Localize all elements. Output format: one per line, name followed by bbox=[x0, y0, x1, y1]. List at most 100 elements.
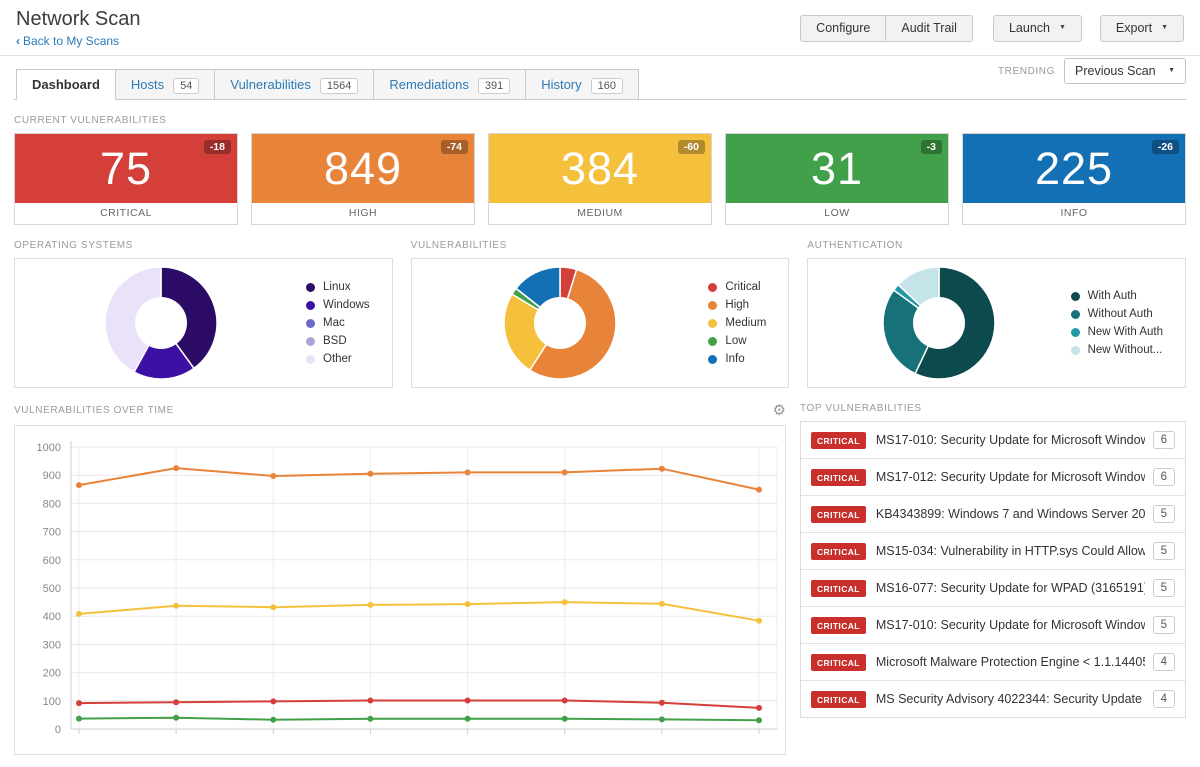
severity-label: LOW bbox=[726, 203, 948, 224]
vulnerability-count-badge: 6 bbox=[1153, 431, 1175, 449]
severity-card-medium[interactable]: -60 384 MEDIUM bbox=[488, 133, 712, 225]
vulnerability-row[interactable]: CRITICAL MS Security Advisory 4022344: S… bbox=[801, 681, 1185, 717]
vulnerability-row[interactable]: CRITICAL KB4343899: Windows 7 and Window… bbox=[801, 496, 1185, 533]
legend-item: BSD bbox=[306, 332, 370, 350]
severity-label: CRITICAL bbox=[15, 203, 237, 224]
audit-trail-button[interactable]: Audit Trail bbox=[886, 15, 973, 42]
launch-button[interactable]: Launch▼ bbox=[993, 15, 1082, 42]
tab-bar: Dashboard Hosts54 Vulnerabilities1564 Re… bbox=[14, 68, 1186, 100]
vulnerabilities-panel: Critical High Medium Low Info bbox=[411, 258, 790, 388]
legend-item: New With Auth bbox=[1071, 323, 1163, 341]
legend-dot-icon bbox=[306, 337, 315, 346]
severity-card-info[interactable]: -26 225 INFO bbox=[962, 133, 1186, 225]
vulnerability-count-badge: 6 bbox=[1153, 468, 1175, 486]
page-header: Network Scan ‹Back to My Scans Configure… bbox=[0, 0, 1200, 55]
tab-vulnerabilities[interactable]: Vulnerabilities1564 bbox=[214, 69, 374, 100]
tab-label: History bbox=[541, 77, 581, 92]
vulnerabilities-donut-section: VULNERABILITIES Critical High Medium Low… bbox=[411, 225, 790, 388]
operating-systems-section: OPERATING SYSTEMS Linux Windows Mac BSD … bbox=[14, 225, 393, 388]
severity-card-low[interactable]: -3 31 LOW bbox=[725, 133, 949, 225]
top-vulnerabilities-section: TOP VULNERABILITIES CRITICAL MS17-010: S… bbox=[800, 388, 1186, 718]
severity-badge: CRITICAL bbox=[811, 691, 866, 708]
section-current-vulnerabilities: CURRENT VULNERABILITIES bbox=[14, 115, 1186, 126]
svg-text:100: 100 bbox=[43, 696, 61, 708]
legend-item: Windows bbox=[306, 296, 370, 314]
severity-label: HIGH bbox=[252, 203, 474, 224]
svg-text:0: 0 bbox=[55, 724, 61, 736]
vulnerability-row[interactable]: CRITICAL MS17-012: Security Update for M… bbox=[801, 459, 1185, 496]
back-chevron-icon: ‹ bbox=[16, 34, 20, 48]
svg-text:800: 800 bbox=[43, 498, 61, 510]
trending-select[interactable]: Previous Scan▼ bbox=[1064, 58, 1186, 84]
section-top-vulnerabilities: TOP VULNERABILITIES bbox=[800, 403, 1186, 414]
delta-badge: -26 bbox=[1152, 140, 1179, 154]
gear-icon[interactable]: ⚙ bbox=[773, 403, 786, 418]
severity-badge: CRITICAL bbox=[811, 506, 866, 523]
severity-badge: CRITICAL bbox=[811, 654, 866, 671]
legend-label: High bbox=[725, 299, 749, 311]
delta-badge: -60 bbox=[678, 140, 705, 154]
severity-label: MEDIUM bbox=[489, 203, 711, 224]
authentication-panel: With Auth Without Auth New With Auth New… bbox=[807, 258, 1186, 388]
legend-label: Linux bbox=[323, 281, 351, 293]
vulnerability-name: MS Security Advisory 4022344: Security U… bbox=[876, 692, 1145, 706]
export-button-label: Export bbox=[1116, 21, 1152, 35]
vulnerabilities-over-time-section: VULNERABILITIES OVER TIME ⚙ 010020030040… bbox=[14, 388, 786, 755]
back-link[interactable]: ‹Back to My Scans bbox=[16, 34, 119, 48]
vulnerability-row[interactable]: CRITICAL Microsoft Malware Protection En… bbox=[801, 644, 1185, 681]
chevron-down-icon: ▼ bbox=[1161, 24, 1168, 32]
delta-badge: -74 bbox=[441, 140, 468, 154]
legend-item: Info bbox=[708, 350, 766, 368]
legend-dot-icon bbox=[306, 301, 315, 310]
legend-label: Info bbox=[725, 353, 744, 365]
tab-dashboard[interactable]: Dashboard bbox=[16, 69, 116, 100]
tab-label: Hosts bbox=[131, 77, 164, 92]
tab-count-badge: 1564 bbox=[320, 78, 358, 94]
severity-card-body: -26 225 bbox=[963, 134, 1185, 203]
legend-item: Low bbox=[708, 332, 766, 350]
severity-card-high[interactable]: -74 849 HIGH bbox=[251, 133, 475, 225]
severity-card-body: -3 31 bbox=[726, 134, 948, 203]
vulnerability-row[interactable]: CRITICAL MS16-077: Security Update for W… bbox=[801, 570, 1185, 607]
tab-label: Remediations bbox=[389, 77, 469, 92]
trending-label: TRENDING bbox=[998, 66, 1055, 77]
configure-button[interactable]: Configure bbox=[800, 15, 886, 42]
legend-dot-icon bbox=[1071, 292, 1080, 301]
severity-count: 75 bbox=[100, 146, 152, 191]
severity-card-critical[interactable]: -18 75 CRITICAL bbox=[14, 133, 238, 225]
tab-count-badge: 160 bbox=[591, 78, 623, 94]
tab-hosts[interactable]: Hosts54 bbox=[115, 69, 215, 100]
vulnerability-name: KB4343899: Windows 7 and Windows Server … bbox=[876, 507, 1145, 521]
severity-label: INFO bbox=[963, 203, 1185, 224]
legend-dot-icon bbox=[306, 283, 315, 292]
export-button[interactable]: Export ▼ bbox=[1100, 15, 1184, 42]
vulnerability-row[interactable]: CRITICAL MS17-010: Security Update for M… bbox=[801, 422, 1185, 459]
legend-label: Windows bbox=[323, 299, 370, 311]
severity-card-body: -74 849 bbox=[252, 134, 474, 203]
tab-history[interactable]: History 160 bbox=[525, 69, 639, 100]
vulnerability-row[interactable]: CRITICAL MS15-034: Vulnerability in HTTP… bbox=[801, 533, 1185, 570]
legend-dot-icon bbox=[1071, 346, 1080, 355]
operating-systems-legend: Linux Windows Mac BSD Other bbox=[306, 278, 370, 368]
legend-label: Low bbox=[725, 335, 746, 347]
top-vulnerabilities-list: CRITICAL MS17-010: Security Update for M… bbox=[800, 421, 1186, 718]
vulnerability-row[interactable]: CRITICAL MS17-010: Security Update for M… bbox=[801, 607, 1185, 644]
delta-badge: -18 bbox=[204, 140, 231, 154]
title-block: Network Scan ‹Back to My Scans bbox=[16, 8, 141, 50]
legend-item: New Without... bbox=[1071, 341, 1163, 359]
launch-button-label: Launch bbox=[1009, 21, 1050, 35]
operating-systems-donut-chart bbox=[103, 265, 219, 381]
severity-count: 384 bbox=[561, 146, 639, 191]
tab-remediations[interactable]: Remediations391 bbox=[373, 69, 526, 100]
severity-count: 849 bbox=[324, 146, 402, 191]
donut-charts-row: OPERATING SYSTEMS Linux Windows Mac BSD … bbox=[14, 225, 1186, 388]
authentication-section: AUTHENTICATION With Auth Without Auth Ne… bbox=[807, 225, 1186, 388]
back-link-label: Back to My Scans bbox=[23, 34, 119, 48]
severity-badge: CRITICAL bbox=[811, 617, 866, 634]
configure-audit-group: Configure Audit Trail bbox=[800, 15, 973, 42]
svg-text:300: 300 bbox=[43, 639, 61, 651]
severity-count: 31 bbox=[811, 146, 863, 191]
legend-item: High bbox=[708, 296, 766, 314]
vulnerabilities-over-time-chart: 01002003004005006007008009001000 bbox=[14, 425, 786, 755]
severity-badge: CRITICAL bbox=[811, 580, 866, 597]
